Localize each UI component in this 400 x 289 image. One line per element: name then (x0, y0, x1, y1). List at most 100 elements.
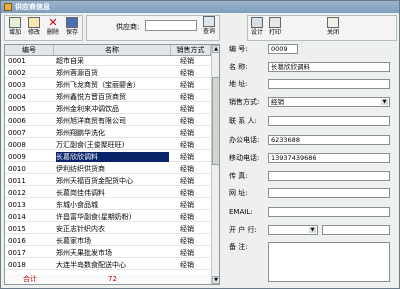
table-row[interactable]: 0017 郑州天果批发市场 经销 (5, 248, 211, 258)
design-button[interactable]: 设计 (248, 17, 266, 39)
cell-sale: 经销 (180, 201, 194, 209)
cell-code: 0007 (8, 129, 26, 137)
contact-field[interactable] (268, 116, 390, 126)
table-row[interactable]: 0003 郑州飞龙商贸（宝丽婴舍） 经销 (5, 80, 211, 90)
table-row[interactable]: 0002 郑州蓉源百货 经销 (5, 68, 211, 78)
save-button[interactable]: 保存 (63, 17, 81, 39)
table-row[interactable]: 0004 郑州鑫悦方晋百货商贸 经销 (5, 92, 211, 102)
table-row[interactable]: 0012 长葛岗佳伟调料 经销 (5, 188, 211, 198)
close-button[interactable]: 关闭 (324, 17, 342, 39)
cell-name: 郑州天福百货金配货中心 (56, 177, 133, 185)
website-label: 网 址: (229, 189, 248, 197)
app-icon (4, 3, 12, 11)
sale-mode-select[interactable]: 经销 ▼ (268, 97, 390, 107)
supplier-search-input[interactable] (145, 20, 197, 31)
cell-code: 0004 (8, 93, 26, 101)
table-row[interactable]: 0018 大连半岛数食配送中心 经销 (5, 260, 211, 270)
bank-account-field[interactable] (322, 225, 390, 235)
modify-button[interactable]: 修改 (25, 17, 43, 39)
cell-sale: 经销 (180, 93, 194, 101)
cell-name: 郑州旭洋商贸有限公司 (56, 117, 126, 125)
cell-name: 超市自采 (56, 57, 84, 65)
table-row[interactable]: 0016 长葛家市场 经销 (5, 236, 211, 246)
cell-sale: 经销 (180, 225, 194, 233)
cell-name: 长葛家市场 (56, 237, 91, 245)
add-button[interactable]: 增加 (6, 17, 24, 39)
remark-label: 备 注: (229, 243, 248, 251)
address-label: 地 址: (229, 80, 248, 88)
cell-code: 0014 (8, 213, 26, 221)
cell-name: 郑州翔鹏华洗化 (56, 129, 105, 137)
query-button[interactable]: 查询 (200, 16, 218, 38)
cell-code: 0002 (8, 69, 26, 77)
cell-sale: 经销 (180, 189, 194, 197)
print-icon (269, 17, 281, 28)
chevron-down-icon[interactable]: ▼ (381, 99, 388, 105)
edit-toolbar: 增加 修改 ✕ 删除 保存 (4, 15, 83, 41)
supplier-search-label: 供应商: (116, 23, 140, 31)
code-field[interactable]: 0009 (268, 44, 298, 54)
table-row[interactable]: 0006 郑州旭洋商贸有限公司 经销 (5, 116, 211, 126)
table-row[interactable]: 0007 郑州翔鹏华洗化 经销 (5, 128, 211, 138)
table-scrollbar[interactable]: ▲ ▼ (211, 45, 219, 284)
design-icon (251, 17, 263, 28)
code-label: 编 号: (229, 45, 248, 53)
cell-code: 0016 (8, 237, 26, 245)
header-sale-mode: 销售方式 (171, 45, 211, 55)
cell-code: 0017 (8, 249, 26, 257)
website-field[interactable] (268, 188, 390, 198)
table-row[interactable]: 0011 郑州天福百货金配货中心 经销 (5, 176, 211, 186)
print-button[interactable]: 打印 (266, 17, 284, 39)
delete-button[interactable]: ✕ 删除 (44, 17, 62, 39)
table-row[interactable]: 0001 超市自采 经销 (5, 56, 211, 66)
cell-name: 万汇副食(王俊聚旺旺) (56, 141, 125, 149)
fax-field[interactable] (268, 171, 390, 181)
search-icon (203, 16, 215, 27)
cell-name: 大连半岛数食配送中心 (56, 261, 126, 269)
bank-label: 开 户 行: (229, 226, 257, 234)
cell-name: 郑州天果批发市场 (56, 249, 112, 257)
detail-form: 编 号: 0009 名 称: 长葛欣欣调料 地 址: 销售方式: 经销 ▼ 联 … (225, 44, 397, 285)
table-row[interactable]: 0013 东城小食品城 经销 (5, 200, 211, 210)
table-row[interactable]: 0015 安正志针织内衣 经销 (5, 224, 211, 234)
cell-sale: 经销 (180, 177, 194, 185)
name-field[interactable]: 长葛欣欣调料 (268, 62, 390, 72)
office-phone-field[interactable]: 6233688 (268, 135, 390, 145)
table-row[interactable]: 0008 万汇副食(王俊聚旺旺) 经销 (5, 140, 211, 150)
scroll-up-icon[interactable]: ▲ (212, 45, 219, 53)
table-row[interactable]: 0009 长葛欣欣调料 经销 (5, 152, 211, 162)
cell-name: 安正志针织内衣 (56, 225, 105, 233)
mobile-label: 移动电话: (229, 154, 260, 162)
cell-sale: 经销 (180, 261, 194, 269)
scroll-thumb[interactable] (212, 77, 219, 165)
bank-chevron-down-icon[interactable]: ▼ (309, 227, 316, 233)
cell-code: 0013 (8, 201, 26, 209)
table-row[interactable]: 0005 郑州金利来冲调饮品 经销 (5, 104, 211, 114)
cell-code: 0009 (8, 153, 26, 161)
cell-code: 0011 (8, 177, 26, 185)
cell-name: 郑州鑫悦方晋百货商贸 (56, 93, 126, 101)
close-icon (327, 17, 339, 28)
action-toolbar: 设计 打印 关闭 (247, 15, 397, 41)
add-icon (9, 17, 21, 28)
table-row[interactable]: 0014 许昌富华副食(星期奶粉) 经销 (5, 212, 211, 222)
table-row[interactable]: 0010 伊利纺织供货商 经销 (5, 164, 211, 174)
fax-label: 传 真: (229, 172, 248, 180)
cell-sale: 经销 (180, 81, 194, 89)
address-field[interactable] (268, 79, 390, 89)
email-field[interactable] (268, 207, 390, 217)
cell-sale: 经销 (180, 153, 194, 161)
remark-field[interactable] (268, 242, 390, 282)
scroll-down-icon[interactable]: ▼ (212, 276, 219, 284)
cell-name: 长葛岗佳伟调料 (56, 189, 105, 197)
save-icon (66, 17, 78, 28)
cell-code: 0003 (8, 81, 26, 89)
cell-sale: 经销 (180, 141, 194, 149)
bank-select[interactable]: ▼ (268, 225, 318, 235)
cell-name: 郑州金利来冲调饮品 (56, 105, 119, 113)
total-count: 72 (108, 275, 117, 283)
cell-name: 长葛欣欣调料 (56, 152, 169, 162)
header-code: 编号 (5, 45, 54, 55)
mobile-field[interactable]: 13937439686 (268, 153, 390, 163)
cell-name: 郑州蓉源百货 (56, 69, 98, 77)
